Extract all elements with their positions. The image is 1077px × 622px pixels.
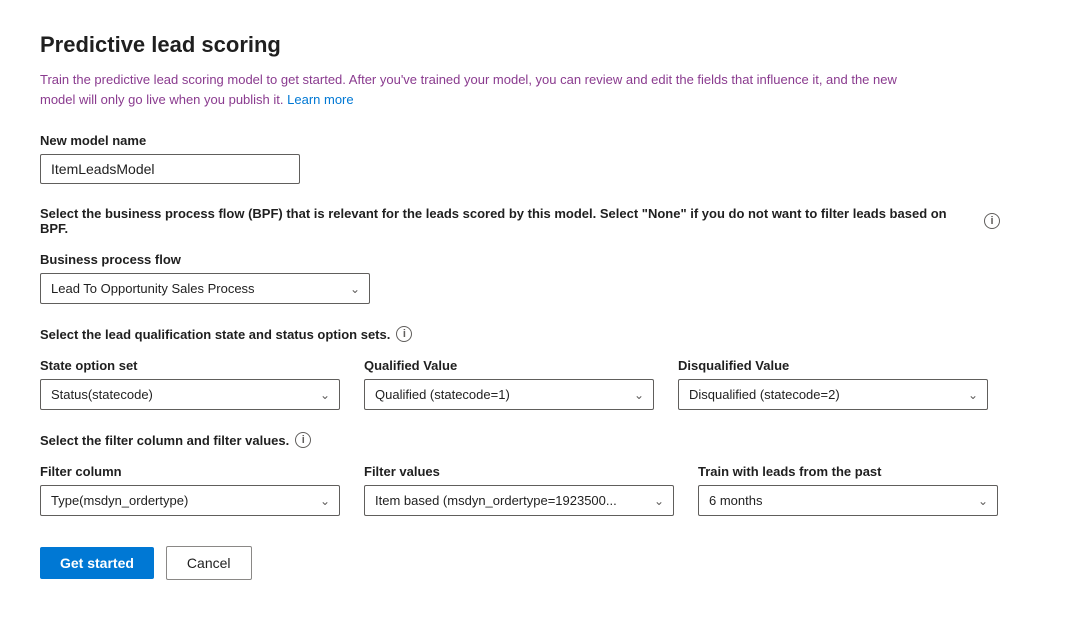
filter-col-group: Filter column Type(msdyn_ordertype) ⌄ (40, 464, 340, 516)
qualification-description: Select the lead qualification state and … (40, 326, 1000, 342)
cancel-button[interactable]: Cancel (166, 546, 252, 580)
qualified-dropdown[interactable]: Qualified (statecode=1) (364, 379, 654, 410)
learn-more-link[interactable]: Learn more (287, 92, 353, 107)
qualified-value-group: Qualified Value Qualified (statecode=1) … (364, 358, 654, 410)
state-dropdown[interactable]: Status(statecode) (40, 379, 340, 410)
filter-val-dropdown[interactable]: Item based (msdyn_ordertype=1923500... (364, 485, 674, 516)
bpf-dropdown[interactable]: Lead To Opportunity Sales Process None (40, 273, 370, 304)
bpf-info-icon[interactable]: i (984, 213, 1000, 229)
filter-col-dropdown[interactable]: Type(msdyn_ordertype) (40, 485, 340, 516)
filter-col-label: Filter column (40, 464, 340, 479)
disqualified-value-group: Disqualified Value Disqualified (stateco… (678, 358, 988, 410)
filter-description: Select the filter column and filter valu… (40, 432, 1000, 448)
get-started-button[interactable]: Get started (40, 547, 154, 579)
qualification-info-icon[interactable]: i (396, 326, 412, 342)
state-label: State option set (40, 358, 340, 373)
intro-description: Train the predictive lead scoring model … (40, 70, 910, 109)
train-label: Train with leads from the past (698, 464, 998, 479)
model-name-input[interactable] (40, 154, 300, 184)
disqualified-dropdown[interactable]: Disqualified (statecode=2) (678, 379, 988, 410)
train-dropdown[interactable]: 6 months 3 months 12 months (698, 485, 998, 516)
filter-info-icon[interactable]: i (295, 432, 311, 448)
filter-val-group: Filter values Item based (msdyn_ordertyp… (364, 464, 674, 516)
train-leads-group: Train with leads from the past 6 months … (698, 464, 998, 516)
bpf-label: Business process flow (40, 252, 1037, 267)
model-name-label: New model name (40, 133, 1037, 148)
disqualified-label: Disqualified Value (678, 358, 988, 373)
qualified-label: Qualified Value (364, 358, 654, 373)
state-option-group: State option set Status(statecode) ⌄ (40, 358, 340, 410)
action-buttons: Get started Cancel (40, 546, 1037, 580)
filter-val-label: Filter values (364, 464, 674, 479)
bpf-description: Select the business process flow (BPF) t… (40, 206, 1000, 236)
page-title: Predictive lead scoring (40, 32, 1037, 58)
